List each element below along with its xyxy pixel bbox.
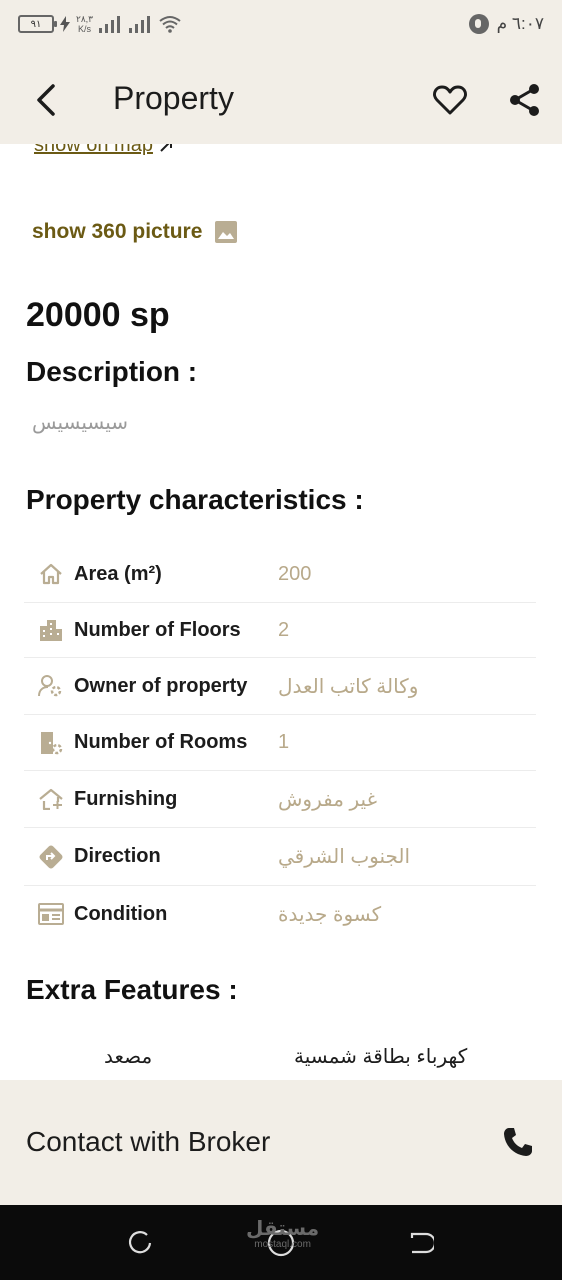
user-gear-icon [24,674,74,698]
description-heading: Description : [26,356,198,387]
net-speed-value: ٢٨,٣ [76,14,94,24]
share-icon [510,84,539,116]
char-label: Direction [74,845,161,867]
char-label: Furnishing [74,787,178,810]
back-nav-icon [410,1232,434,1254]
building-icon [24,618,74,642]
signal-icon [99,16,121,33]
clock: ٦:٠٧ م [496,14,544,33]
house-outline-icon [24,788,74,810]
charging-icon [60,16,70,32]
char-label: Number of Floors [74,618,241,641]
call-button[interactable] [498,1122,538,1162]
back-button[interactable] [26,78,66,122]
char-value: كسوة جديدة [278,903,382,926]
recents-icon [128,1231,152,1254]
back-arrow-icon [37,84,55,116]
status-bar: ٩١ ٢٨,٣ K/s ٦:٠٧ م [0,0,562,56]
app-bar: Property [0,56,562,144]
extra-features-heading: Extra Features : [26,974,238,1005]
char-label: Owner of property [74,674,248,697]
app-notification-icon [468,14,489,34]
char-value: 200 [278,562,312,585]
contact-broker-label: Contact with Broker [26,1126,271,1157]
status-left: ٩١ ٢٨,٣ K/s [18,14,181,34]
favorite-button[interactable] [430,80,470,120]
share-button[interactable] [505,80,545,120]
show-on-map-link[interactable]: show on map [34,144,173,157]
image-icon [215,221,238,243]
door-gear-icon [24,731,74,755]
page-title: Property [113,80,234,116]
char-row-owner: Owner of property وكالة كاتب العدل [24,658,536,715]
arrow-up-right-icon [160,144,172,152]
price: 20000 sp [26,296,170,334]
show-360-picture-link[interactable]: show 360 picture [32,220,238,244]
extra-feature-item: كهرباء بطاقة شمسية [294,1046,468,1068]
show-360-label: show 360 picture [32,220,203,243]
char-label: Condition [74,902,168,925]
description-text: سيسيسيس [32,412,129,434]
char-row-direction: Direction الجنوب الشرقي [24,828,536,886]
watermark-name: مستقل [246,1218,320,1240]
extra-feature-item: مصعد [104,1046,153,1068]
char-row-rooms: Number of Rooms 1 [24,715,536,771]
property-details[interactable]: show on map show 360 picture 20000 sp De… [0,144,562,1080]
char-label: Area (m²) [74,562,162,585]
battery-level: ٩١ [30,18,42,30]
char-value: 1 [278,731,290,753]
battery-icon: ٩١ [18,15,57,33]
watermark-domain: mostaql.com [254,1239,311,1250]
char-value: غير مفروش [278,788,378,811]
direction-icon [24,844,74,870]
heart-icon [433,85,467,115]
home-icon [24,563,74,585]
signal-2-icon [129,16,151,33]
char-label: Number of Rooms [74,731,248,753]
char-row-floors: Number of Floors 2 [24,603,536,658]
char-row-condition: Condition كسوة جديدة [24,886,536,942]
char-value: الجنوب الشرقي [278,846,411,868]
net-speed-unit: K/s [78,24,92,34]
watermark: مستقل mostaql.com [246,1219,319,1251]
char-value: وكالة كاتب العدل [278,675,419,698]
recents-button[interactable] [124,1227,156,1259]
contact-broker-bar[interactable]: Contact with Broker [0,1080,562,1205]
show-on-map-label: show on map [34,144,153,156]
system-nav-bar: مستقل mostaql.com [0,1205,562,1280]
phone-icon [504,1128,532,1156]
characteristics-table: Area (m²) 200 Number of Floors 2 Owner o… [24,546,536,942]
wifi-icon [159,16,181,33]
net-speed: ٢٨,٣ K/s [76,14,93,34]
char-row-furnishing: Furnishing غير مفروش [24,771,536,828]
characteristics-heading: Property characteristics : [26,484,364,515]
condition-icon [24,903,74,925]
char-value: 2 [278,618,290,641]
status-right: ٦:٠٧ م [468,14,544,34]
char-row-area: Area (m²) 200 [24,546,536,603]
back-nav-button[interactable] [404,1227,436,1259]
